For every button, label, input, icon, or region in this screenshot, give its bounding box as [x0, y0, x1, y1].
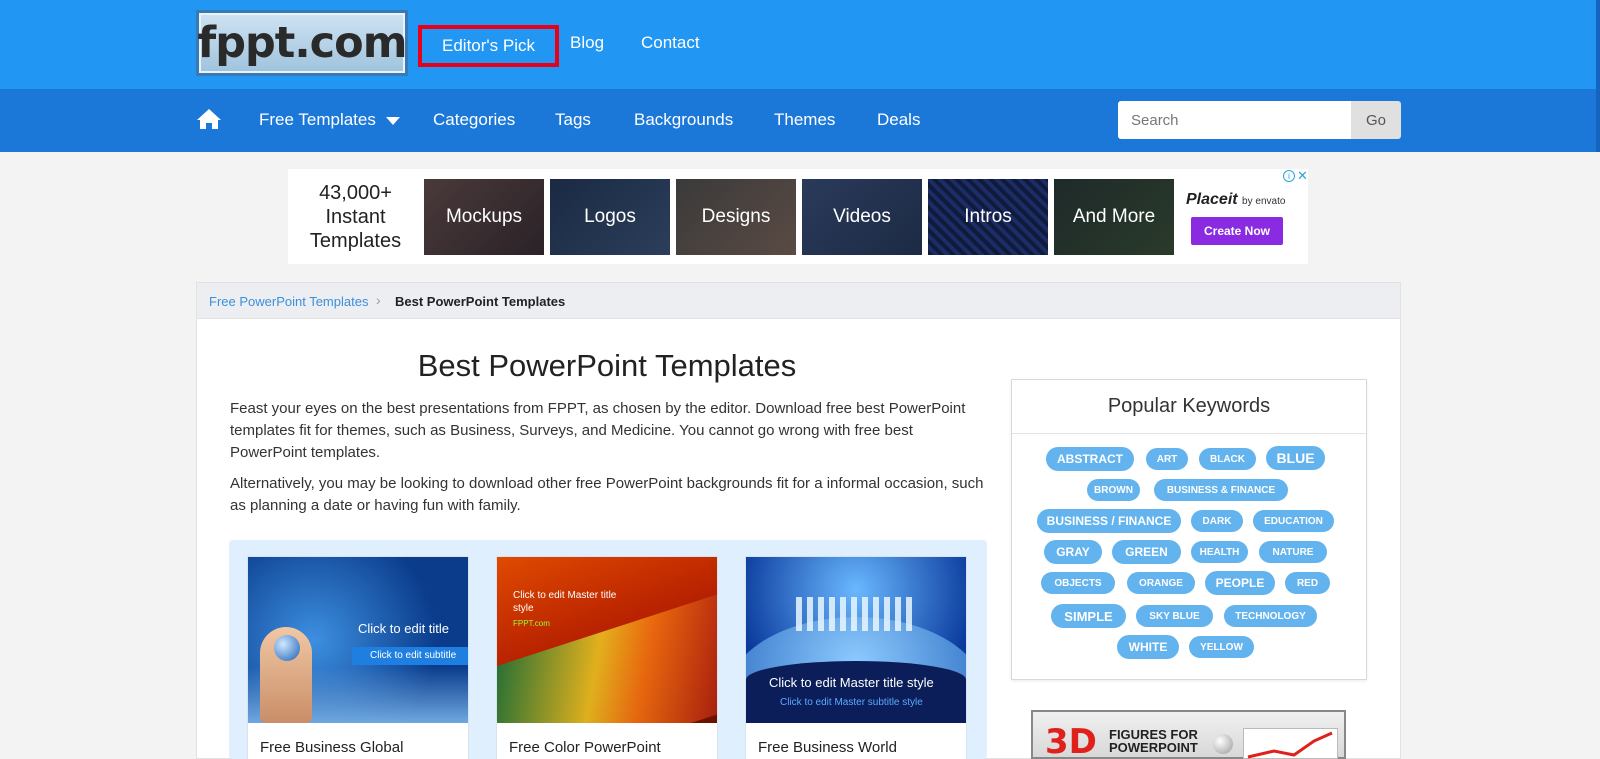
search-input[interactable] [1118, 101, 1351, 139]
intro-paragraph: Feast your eyes on the best presentation… [230, 400, 966, 461]
chart-graphic [1243, 728, 1338, 759]
title-band [746, 661, 966, 723]
ad-tile-videos[interactable]: Videos [802, 179, 922, 255]
page-title: Best PowerPoint Templates [417, 348, 797, 383]
keyword-tag[interactable]: HEALTH [1191, 541, 1248, 563]
ad-tile-designs[interactable]: Designs [676, 179, 796, 255]
ad-headline-line: Instant [325, 206, 386, 228]
ad-tile-intros[interactable]: Intros [928, 179, 1048, 255]
keyword-tag[interactable]: WHITE [1117, 635, 1179, 659]
keyword-tag[interactable]: ORANGE [1127, 572, 1195, 594]
skyline-graphic [796, 597, 916, 631]
keyword-tag[interactable]: BLUE [1266, 446, 1325, 470]
promo-text: FIGURES FOR POWERPOINT [1109, 728, 1198, 754]
keyword-tag[interactable]: EDUCATION [1253, 510, 1334, 532]
keyword-tag[interactable]: BROWN [1087, 479, 1140, 501]
ad-headline-line: 43,000+ [319, 182, 392, 204]
template-thumb-title: Click to edit Master title style [513, 590, 617, 614]
keyword-tag[interactable]: BUSINESS & FINANCE [1154, 479, 1288, 501]
template-card[interactable]: Click to edit title Click to edit subtit… [247, 556, 469, 759]
ad-headline-line: Templates [309, 230, 402, 252]
intro-paragraph-secondary: Alternatively, you may be looking to dow… [230, 475, 984, 514]
trend-arrow-icon [1247, 731, 1333, 759]
keyword-tag[interactable]: GREEN [1112, 540, 1181, 564]
keyword-tag[interactable]: SIMPLE [1051, 604, 1126, 628]
logo-text: fppt.com [197, 18, 408, 68]
template-name[interactable]: Free Business World [758, 739, 897, 756]
ad-tile-and-more[interactable]: And More [1054, 179, 1174, 255]
template-name[interactable]: Free Color PowerPoint [509, 739, 661, 756]
ad-brand-sub: by envato [1242, 196, 1286, 207]
keyword-tag[interactable]: TECHNOLOGY [1224, 605, 1317, 627]
template-thumbnail[interactable]: Click to edit title Click to edit subtit… [248, 557, 468, 723]
keyword-tag[interactable]: ABSTRACT [1046, 447, 1134, 471]
keyword-tag[interactable]: DARK [1191, 510, 1243, 532]
breadcrumb-separator-icon: › [376, 292, 381, 308]
ad-banner[interactable]: 43,000+ Instant Templates Mockups Logos … [288, 169, 1308, 264]
template-thumb-subtitle: Click to edit Master subtitle style [780, 697, 923, 708]
nav-themes[interactable]: Themes [774, 110, 835, 130]
scrollbar[interactable] [1596, 0, 1600, 152]
template-thumb-title: Click to edit Master title style [769, 675, 934, 690]
nav-categories[interactable]: Categories [433, 110, 515, 130]
ad-tile-mockups[interactable]: Mockups [424, 179, 544, 255]
ad-info-icon[interactable]: i [1283, 170, 1295, 182]
breadcrumb: Free PowerPoint Templates › Best PowerPo… [197, 283, 1400, 319]
breadcrumb-current: Best PowerPoint Templates [395, 294, 566, 309]
template-name[interactable]: Free Business Global [260, 739, 403, 756]
promo-text-line: POWERPOINT [1109, 740, 1198, 755]
template-thumb-subtitle: Click to edit subtitle [370, 650, 457, 661]
ad-close-icon[interactable]: ✕ [1296, 169, 1309, 182]
template-thumbnail[interactable]: Click to edit Master title style FPPT.co… [497, 557, 717, 723]
keyword-tag[interactable]: SKY BLUE [1136, 605, 1213, 627]
nav-deals[interactable]: Deals [877, 110, 920, 130]
site-logo[interactable]: fppt.com [196, 10, 408, 76]
keyword-tag[interactable]: RED [1285, 572, 1330, 594]
popular-keywords-title: Popular Keywords [1012, 380, 1366, 434]
globe-graphic [274, 635, 300, 661]
keyword-tag[interactable]: GRAY [1044, 540, 1102, 564]
contact-link[interactable]: Contact [641, 33, 700, 53]
blog-link[interactable]: Blog [570, 33, 604, 53]
nav-free-templates[interactable]: Free Templates [259, 110, 376, 130]
home-icon[interactable] [196, 108, 222, 130]
promo-3d-text: 3D [1045, 722, 1097, 759]
ad-brand-logo: Placeit by envato [1186, 191, 1285, 209]
keyword-tag[interactable]: ART [1146, 448, 1188, 470]
template-thumb-title: Click to edit title [358, 621, 450, 636]
figure-head-graphic [1213, 734, 1233, 754]
search-go-button[interactable]: Go [1351, 101, 1401, 139]
keyword-tag[interactable]: YELLOW [1189, 636, 1254, 658]
template-thumb-subtitle: FPPT.com [513, 619, 550, 628]
keyword-tag[interactable]: BLACK [1199, 448, 1256, 470]
template-card[interactable]: Click to edit Master title style Click t… [745, 556, 967, 759]
keyword-tag[interactable]: NATURE [1259, 541, 1327, 563]
ad-brand-name: Placeit [1186, 191, 1238, 208]
nav-backgrounds[interactable]: Backgrounds [634, 110, 733, 130]
editors-pick-label: Editor's Pick [442, 36, 535, 55]
ad-tile-logos[interactable]: Logos [550, 179, 670, 255]
template-card[interactable]: Click to edit Master title style FPPT.co… [496, 556, 718, 759]
keyword-tag[interactable]: OBJECTS [1041, 572, 1115, 594]
ad-create-now-button[interactable]: Create Now [1191, 217, 1283, 245]
promo-banner[interactable]: 3D FIGURES FOR POWERPOINT [1031, 710, 1346, 759]
keyword-tag[interactable]: BUSINESS / FINANCE [1037, 509, 1181, 533]
nav-tags[interactable]: Tags [555, 110, 591, 130]
breadcrumb-parent-link[interactable]: Free PowerPoint Templates [209, 294, 368, 309]
template-thumbnail[interactable]: Click to edit Master title style Click t… [746, 557, 966, 723]
keyword-tag[interactable]: PEOPLE [1205, 571, 1275, 595]
editors-pick-link[interactable]: Editor's Pick [418, 25, 559, 67]
chevron-down-icon[interactable] [386, 117, 400, 125]
ad-headline: 43,000+ Instant Templates [288, 181, 423, 253]
